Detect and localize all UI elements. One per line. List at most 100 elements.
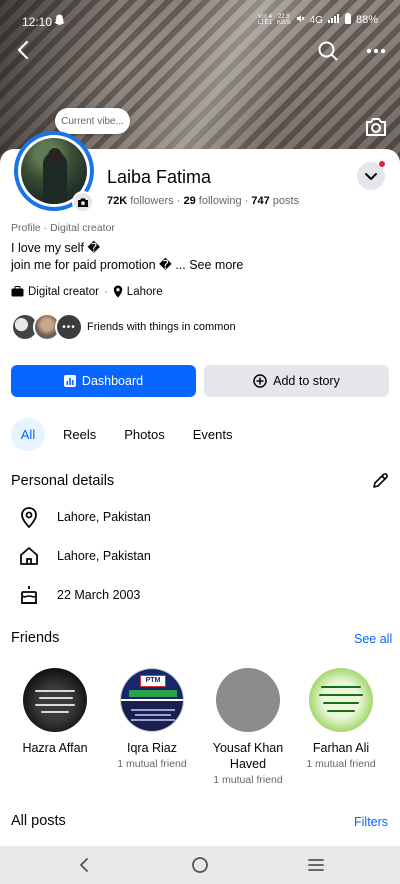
bio-line-2-text: join me for paid promotion � ... <box>11 258 186 272</box>
birthday-cake-icon <box>18 584 40 606</box>
nav-recents-button[interactable] <box>304 854 328 876</box>
search-button[interactable] <box>317 40 339 62</box>
following-count[interactable]: 29 <box>183 195 195 207</box>
filters-link[interactable]: Filters <box>354 815 388 829</box>
mute-icon <box>296 14 305 26</box>
pencil-icon <box>373 473 388 488</box>
chevron-down-icon <box>365 172 377 180</box>
nav-home-icon <box>192 857 208 873</box>
friend-card[interactable]: Farhan Ali 1 mutual friend <box>296 668 386 770</box>
home-icon <box>18 545 40 567</box>
following-label[interactable]: following <box>199 195 242 207</box>
personal-details-title: Personal details <box>11 473 115 489</box>
briefcase-icon <box>11 286 24 297</box>
friend-name: Iqra Riaz <box>126 741 178 755</box>
detail-birthday-text: 22 March 2003 <box>57 588 141 602</box>
camera-icon <box>366 118 386 136</box>
tab-events[interactable]: Events <box>183 418 243 451</box>
location-pin-icon <box>113 285 122 298</box>
edit-cover-button[interactable] <box>364 116 388 138</box>
profile-name: Laiba Fatima <box>107 167 212 187</box>
chip-digital-creator[interactable]: Digital creator <box>11 286 99 298</box>
volte-indicator: Vo) 4 LTE1 <box>257 14 272 26</box>
signal-icon <box>327 14 340 26</box>
bio-line-1: I love my self � <box>11 241 101 255</box>
location-pin-icon <box>18 506 40 528</box>
snapchat-notification-icon <box>54 14 65 29</box>
friend-name: Yousaf Khan Haved <box>212 741 284 771</box>
note-text: Current vibe... <box>61 115 124 127</box>
posts-label: posts <box>272 195 300 207</box>
notification-dot <box>378 160 386 168</box>
detail-current-city-text: Lahore, Pakistan <box>57 510 151 524</box>
status-right: Vo) 4 LTE1 22.5 KB/S 4G 88% <box>258 13 378 27</box>
chip-separator: · <box>103 285 108 298</box>
friend-name: Farhan Ali <box>312 741 370 755</box>
add-to-story-button[interactable]: Add to story <box>204 365 389 397</box>
detail-current-city: Lahore, Pakistan <box>18 506 151 528</box>
friends-title: Friends <box>11 630 60 646</box>
profile-tabs: All Reels Photos Events <box>11 418 250 451</box>
back-button[interactable] <box>12 38 36 62</box>
followers-count[interactable]: 72K <box>107 195 127 207</box>
dashboard-button[interactable]: Dashboard <box>11 365 196 397</box>
edit-details-button[interactable] <box>370 471 390 491</box>
search-icon <box>318 41 338 61</box>
friend-card[interactable]: PTM Iqra Riaz 1 mutual friend <box>107 668 197 770</box>
followers-label[interactable]: followers <box>130 195 173 207</box>
nav-home-button[interactable] <box>188 854 212 876</box>
more-options-button[interactable] <box>363 40 389 62</box>
chip-location-text: Lahore <box>126 285 163 298</box>
tab-all[interactable]: All <box>11 418 45 451</box>
network-type: 4G <box>309 14 323 26</box>
tab-reels[interactable]: Reels <box>53 418 106 451</box>
profile-category: Profile · Digital creator <box>11 222 115 234</box>
more-dots-icon <box>366 48 386 54</box>
detail-birthday: 22 March 2003 <box>18 584 140 606</box>
nav-back-icon <box>80 858 88 872</box>
status-bar: 12:10 Vo) 4 LTE1 22.5 KB/S 4G 88% <box>0 0 400 42</box>
mutual-friends-row[interactable]: ••• Friends with things in common <box>11 313 236 341</box>
friend-mutual: 1 mutual friend <box>213 774 283 786</box>
network-speed: 22.5 KB/S <box>276 14 291 26</box>
nav-back-button[interactable] <box>72 854 96 876</box>
chip-category-text: Digital creator <box>28 285 99 298</box>
friend-avatar <box>216 668 280 732</box>
profile-stats: 72K followers · 29 following · 747 posts <box>107 195 300 207</box>
detail-hometown: Lahore, Pakistan <box>18 545 151 567</box>
bio-line-2: join me for paid promotion � ... See mor… <box>11 257 243 274</box>
status-time: 12:10 <box>22 15 53 29</box>
more-dots-icon: ••• <box>55 313 83 341</box>
battery-level: 88% <box>355 14 378 26</box>
add-story-label: Add to story <box>273 374 340 388</box>
all-posts-title: All posts <box>11 813 66 829</box>
tab-photos[interactable]: Photos <box>114 418 174 451</box>
camera-icon <box>78 197 88 207</box>
profile-chips: Digital creator · Lahore <box>11 285 163 298</box>
posts-count: 747 <box>251 195 270 207</box>
battery-icon <box>344 13 351 27</box>
friend-card[interactable]: Hazra Affan <box>10 668 100 758</box>
nav-menu-icon <box>308 859 324 871</box>
ptm-logo: PTM <box>140 675 166 687</box>
see-all-friends-link[interactable]: See all <box>354 632 392 646</box>
note-bubble[interactable]: Current vibe... <box>55 108 130 134</box>
add-circle-icon <box>253 374 267 388</box>
action-buttons: Dashboard Add to story <box>11 365 389 397</box>
see-more-link[interactable]: See more <box>189 258 243 272</box>
friend-avatar: PTM <box>120 668 184 732</box>
dashboard-chart-icon <box>63 375 76 387</box>
edit-avatar-button[interactable] <box>72 191 94 213</box>
dashboard-label: Dashboard <box>81 374 144 388</box>
back-arrow-icon <box>17 40 29 60</box>
system-nav-bar <box>0 846 400 884</box>
friend-mutual: 1 mutual friend <box>306 758 376 770</box>
friend-name: Hazra Affan <box>22 741 88 755</box>
friend-avatar <box>309 668 373 732</box>
avatar-head <box>48 148 62 164</box>
friend-card[interactable]: Yousaf Khan Haved 1 mutual friend <box>203 668 293 786</box>
mutual-friends-text: Friends with things in common <box>87 321 236 333</box>
detail-hometown-text: Lahore, Pakistan <box>57 549 151 563</box>
friend-avatar <box>23 668 87 732</box>
chip-location[interactable]: Lahore <box>113 285 163 298</box>
